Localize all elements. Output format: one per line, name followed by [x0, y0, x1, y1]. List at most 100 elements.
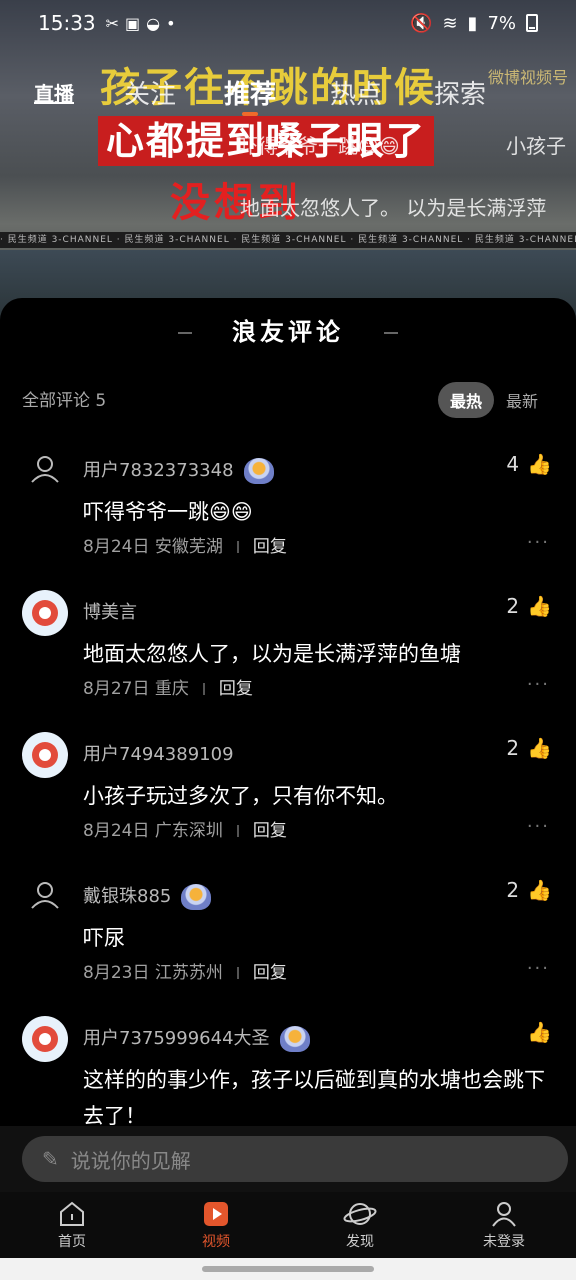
- level-badge-icon: [279, 1026, 310, 1052]
- avatar[interactable]: [22, 874, 68, 920]
- like-count: 2: [506, 878, 520, 902]
- comment-item: 用户7494389109 2 👍 小孩子玩过多次了，只有你不知。 8月24日 广东…: [0, 732, 576, 852]
- thumbs-up-icon: 👍: [527, 1020, 552, 1044]
- divider: [236, 967, 239, 979]
- status-bar: 15:33 ✂▣◒• 🔇 ≋ ▮ 7%: [0, 0, 576, 46]
- comment-item: 用户7832373348 4 👍 吓得爷爷一跳😄😄 8月24日 安徽芜湖 回复 ··…: [0, 448, 576, 568]
- status-time: 15:33: [38, 11, 96, 35]
- thumbs-up-icon: 👍: [527, 878, 552, 902]
- status-right: 🔇 ≋ ▮ 7%: [410, 13, 538, 34]
- comment-item: 戴银珠885 2 👍 吓尿 8月23日 江苏苏州 回复 ···: [0, 874, 576, 994]
- divider: [236, 825, 239, 837]
- comment-text: 这样的的事少作，孩子以后碰到真的水塘也会跳下去了！: [83, 1068, 545, 1128]
- like-button[interactable]: 2 👍: [506, 736, 552, 760]
- divider: [236, 541, 239, 553]
- comment-item: 博美言 2 👍 地面太忽悠人了，以为是长满浮萍的鱼塘 8月27日 重庆 回复 ···: [0, 590, 576, 710]
- notification-icons: ✂▣◒•: [105, 13, 182, 33]
- nav-video-label: 视频: [202, 1234, 230, 1250]
- level-badge-icon: [181, 884, 212, 910]
- user-silhouette-icon: [31, 882, 59, 909]
- reply-button[interactable]: 回复: [253, 821, 287, 841]
- comment-username[interactable]: 用户7494389109: [83, 740, 234, 766]
- comment-date: 8月27日: [83, 679, 150, 699]
- more-options-icon[interactable]: ···: [527, 816, 550, 837]
- comment-text: 地面太忽悠人了，以为是长满浮萍的鱼塘: [83, 642, 461, 666]
- username-text[interactable]: 戴银珠885: [83, 886, 171, 907]
- signal-icon: ▮: [467, 12, 478, 34]
- like-count: 2: [506, 594, 520, 618]
- reply-button[interactable]: 回复: [253, 537, 287, 557]
- comment-item: 用户7375999644大圣 👍 这样的的事少作，孩子以后碰到真的水塘也会跳下去…: [0, 1016, 576, 1128]
- level-badge-icon: [243, 458, 274, 484]
- sheet-title-text: 浪友评论: [232, 318, 344, 346]
- more-options-icon[interactable]: ···: [527, 674, 550, 695]
- comment-location: 广东深圳: [154, 821, 223, 841]
- tab-follow[interactable]: 关注: [124, 74, 176, 111]
- home-indicator[interactable]: [202, 1266, 374, 1272]
- video-player[interactable]: 孩子往不跳的时候 微博视频号 心都提到嗓子眼了 没想到 · 民生频道 3-CHA…: [0, 0, 576, 320]
- sort-new-button[interactable]: 最新: [502, 382, 542, 418]
- more-options-icon[interactable]: ···: [527, 532, 550, 553]
- divider: [202, 683, 205, 695]
- avatar[interactable]: [22, 1016, 68, 1062]
- user-icon: [492, 1202, 516, 1227]
- like-button[interactable]: 2 👍: [506, 878, 552, 902]
- comment-text: 吓尿: [83, 926, 125, 950]
- username-text[interactable]: 用户7832373348: [83, 460, 234, 481]
- comment-location: 江苏苏州: [154, 963, 223, 983]
- comment-username[interactable]: 博美言: [83, 598, 137, 624]
- tab-explore[interactable]: 探索: [434, 74, 486, 111]
- like-count: 4: [506, 452, 520, 476]
- mute-icon: 🔇: [410, 12, 433, 34]
- more-options-icon[interactable]: ···: [527, 958, 550, 979]
- sort-hot-button[interactable]: 最热: [437, 382, 494, 418]
- comment-date: 8月23日: [83, 963, 150, 983]
- active-tab-indicator: [242, 112, 258, 116]
- weibo-eye-icon: [32, 742, 58, 768]
- weibo-eye-icon: [32, 600, 58, 626]
- comment-input-placeholder: 说说你的见解: [70, 1148, 191, 1173]
- home-icon: [60, 1201, 84, 1226]
- nav-discover-label: 发现: [346, 1234, 374, 1250]
- comment-count[interactable]: 全部评论 5: [22, 386, 106, 411]
- comment-text: 小孩子玩过多次了，只有你不知。: [83, 784, 398, 808]
- video-play-icon: [204, 1202, 228, 1226]
- comment-sheet: 浪友评论 全部评论 5 最热 最新 用户7832373348 4 👍 吓得爷爷一跳…: [0, 298, 576, 1128]
- comment-date: 8月24日: [83, 537, 150, 557]
- nav-discover[interactable]: 发现: [288, 1192, 432, 1258]
- comment-meta: 8月24日 广东深圳 回复: [83, 816, 287, 841]
- live-button[interactable]: 直播: [34, 78, 74, 107]
- thumbs-up-icon: 👍: [527, 452, 552, 476]
- username-text[interactable]: 用户7375999644大圣: [83, 1028, 270, 1049]
- danmu-comment: 地面太忽悠人了。 以为是长满浮萍: [240, 196, 547, 220]
- avatar[interactable]: [22, 590, 68, 636]
- comment-meta: 8月27日 重庆 回复: [83, 674, 253, 699]
- user-silhouette-icon: [31, 456, 59, 483]
- danmu-comment: 吓得爷爷一跳😄😄: [238, 134, 400, 158]
- comment-username[interactable]: 用户7832373348: [83, 456, 274, 484]
- video-channel-stripe: · 民生频道 3-CHANNEL · 民生频道 3-CHANNEL · 民生频道…: [0, 232, 576, 248]
- nav-home-label: 首页: [58, 1234, 86, 1250]
- reply-button[interactable]: 回复: [219, 679, 253, 699]
- avatar[interactable]: [22, 448, 68, 494]
- battery-percent: 7%: [487, 12, 516, 34]
- sheet-title: 浪友评论: [0, 312, 576, 347]
- like-button[interactable]: 👍: [527, 1020, 552, 1044]
- avatar[interactable]: [22, 732, 68, 778]
- comment-username[interactable]: 戴银珠885: [83, 882, 212, 910]
- like-button[interactable]: 2 👍: [506, 594, 552, 618]
- comment-username[interactable]: 用户7375999644大圣: [83, 1024, 310, 1052]
- danmu-comment: 小孩子: [506, 134, 566, 158]
- comment-location: 安徽芜湖: [154, 537, 223, 557]
- like-button[interactable]: 4 👍: [506, 452, 552, 476]
- reply-button[interactable]: 回复: [253, 963, 287, 983]
- nav-video[interactable]: 视频: [144, 1192, 288, 1258]
- comment-meta: 8月23日 江苏苏州 回复: [83, 958, 287, 983]
- screen: 孩子往不跳的时候 微博视频号 心都提到嗓子眼了 没想到 · 民生频道 3-CHA…: [0, 0, 576, 1280]
- tab-recommend[interactable]: 推荐: [224, 74, 276, 111]
- tab-hot[interactable]: 热点: [330, 74, 382, 111]
- comment-input[interactable]: ✎ 说说你的见解: [22, 1136, 568, 1182]
- weibo-eye-icon: [32, 1026, 58, 1052]
- nav-profile[interactable]: 未登录: [432, 1192, 576, 1258]
- nav-home[interactable]: 首页: [0, 1192, 144, 1258]
